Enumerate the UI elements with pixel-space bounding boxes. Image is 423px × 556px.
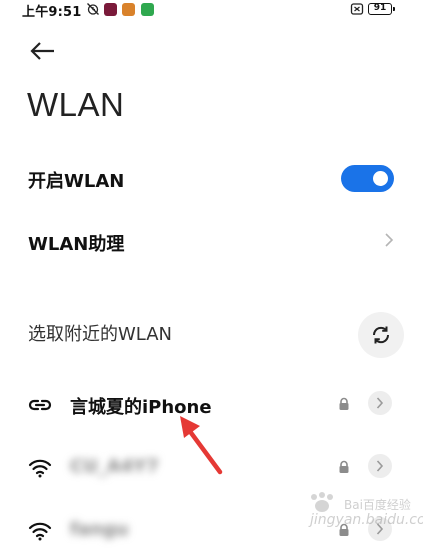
hotspot-link-icon [28, 399, 52, 411]
watermark-sub: jingyan.baidu.com [310, 512, 423, 528]
network-name: CU_A4Y7 [70, 456, 159, 477]
app-badge-green-icon [141, 3, 154, 16]
nearby-wlan-section-label: 选取附近的WLAN [28, 324, 173, 345]
app-badge-red-icon [104, 3, 117, 16]
toggle-knob [373, 171, 388, 186]
status-time: 上午9:51 [22, 5, 82, 20]
back-arrow-icon[interactable] [26, 36, 60, 66]
chevron-right-icon [385, 233, 394, 247]
network-detail-button[interactable] [368, 391, 392, 415]
sim-off-icon [350, 3, 364, 15]
chevron-right-icon [376, 397, 384, 409]
wlan-assistant-label: WLAN助理 [28, 234, 125, 255]
annotation-arrow-icon [180, 416, 223, 475]
battery-indicator: 91 [368, 3, 392, 15]
page-title: WLAN [27, 86, 125, 123]
refresh-button[interactable] [358, 312, 404, 358]
network-detail-button[interactable] [368, 454, 392, 478]
lock-icon [339, 397, 349, 410]
lock-icon [339, 460, 349, 473]
enable-wlan-label: 开启WLAN [28, 171, 125, 192]
chevron-right-icon [376, 460, 384, 472]
refresh-icon [372, 326, 390, 344]
wlan-toggle[interactable] [341, 165, 394, 192]
alarm-off-icon [87, 3, 99, 15]
network-name: fangu [70, 519, 129, 540]
wifi-icon [28, 522, 52, 541]
watermark-text: Bai百度经验 [344, 498, 411, 512]
status-bar: 上午9:51 91 [0, 0, 423, 20]
battery-tip [393, 7, 395, 11]
watermark: Bai百度经验 jingyan.baidu.com [300, 490, 423, 544]
wifi-icon [28, 459, 52, 478]
app-badge-orange-icon [122, 3, 135, 16]
baidu-paw-icon [311, 492, 333, 512]
